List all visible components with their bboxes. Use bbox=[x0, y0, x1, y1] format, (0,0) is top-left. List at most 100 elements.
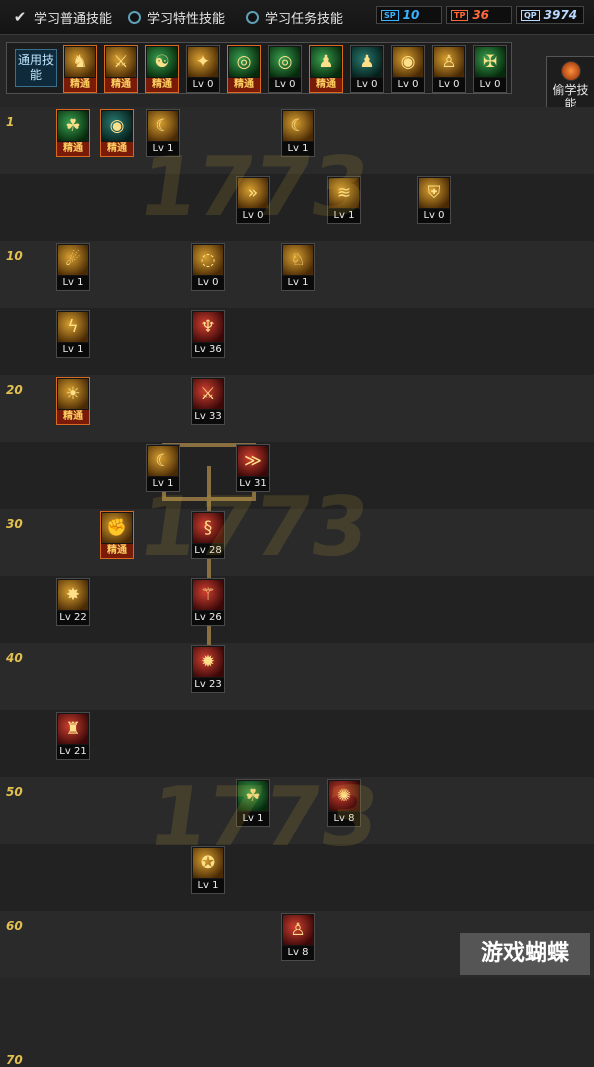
skill-icon: ♙ bbox=[283, 915, 313, 945]
qp-points: QP 3974 bbox=[516, 6, 584, 24]
skill-slot[interactable]: ◉ Lv 0 bbox=[391, 45, 425, 93]
skill-icon: ✊ bbox=[102, 513, 132, 543]
skill-level-label: 精通 bbox=[57, 410, 89, 424]
skill-slot[interactable]: ϟ Lv 1 bbox=[56, 310, 90, 358]
skill-level-label: Lv 0 bbox=[474, 78, 506, 92]
skill-icon: ♟ bbox=[352, 47, 382, 77]
skill-level-label: Lv 22 bbox=[57, 611, 89, 625]
skill-level-label: Lv 0 bbox=[187, 78, 219, 92]
sp-tag: SP bbox=[381, 9, 399, 21]
skill-icon: ☘ bbox=[58, 111, 88, 141]
level-marker: 40 bbox=[6, 651, 23, 665]
skill-level-label: 精通 bbox=[105, 78, 137, 92]
skill-icon: ◉ bbox=[393, 47, 423, 77]
skill-slot[interactable]: ☘ 精通 bbox=[56, 109, 90, 157]
corner-logo: 游戏蝴蝶 bbox=[460, 933, 590, 975]
skill-level-label: 精通 bbox=[310, 78, 342, 92]
skill-icon: ☾ bbox=[148, 111, 178, 141]
skill-slot[interactable]: ☄ Lv 1 bbox=[56, 243, 90, 291]
skill-slot[interactable]: ♙ Lv 0 bbox=[432, 45, 466, 93]
skill-icon: ⚚ bbox=[193, 580, 223, 610]
skill-slot[interactable]: ♆ Lv 36 bbox=[191, 310, 225, 358]
skill-slot[interactable]: ✊ 精通 bbox=[100, 511, 134, 559]
skill-level-label: Lv 0 bbox=[351, 78, 383, 92]
skill-level-label: 精通 bbox=[101, 544, 133, 558]
skill-icon: ≫ bbox=[238, 446, 268, 476]
skill-slot[interactable]: ⛨ Lv 0 bbox=[417, 176, 451, 224]
skill-icon: ✹ bbox=[193, 647, 223, 677]
sp-value: 10 bbox=[402, 8, 420, 22]
filter-trait-skills[interactable]: 学习特性技能 bbox=[128, 8, 226, 27]
skill-slot[interactable]: ♘ Lv 1 bbox=[281, 243, 315, 291]
skill-slot[interactable]: ♜ Lv 21 bbox=[56, 712, 90, 760]
skill-slot[interactable]: ◌ Lv 0 bbox=[191, 243, 225, 291]
skill-icon: ☾ bbox=[283, 111, 313, 141]
level-marker: 30 bbox=[6, 517, 23, 531]
filter-label: 学习任务技能 bbox=[265, 11, 344, 27]
skill-level-label: Lv 26 bbox=[192, 611, 224, 625]
skill-level-label: Lv 21 bbox=[57, 745, 89, 759]
skill-level-label: Lv 0 bbox=[418, 209, 450, 223]
tp-points: TP 36 bbox=[446, 6, 512, 24]
skill-icon: ✦ bbox=[188, 47, 218, 77]
skill-level-label: Lv 8 bbox=[282, 946, 314, 960]
skill-level-label: Lv 0 bbox=[192, 276, 224, 290]
skill-slot[interactable]: ♙ Lv 8 bbox=[281, 913, 315, 961]
filter-normal-skills[interactable]: ✔ 学习普通技能 bbox=[12, 8, 113, 27]
skill-slot[interactable]: ◉ 精通 bbox=[100, 109, 134, 157]
skill-slot[interactable]: ☯ 精通 bbox=[145, 45, 179, 93]
checkmark-icon: ✔ bbox=[13, 8, 27, 26]
skill-slot[interactable]: ♟ 精通 bbox=[309, 45, 343, 93]
skill-icon: ◎ bbox=[270, 47, 300, 77]
skill-icon: ◉ bbox=[102, 111, 132, 141]
sp-points: SP 10 bbox=[376, 6, 442, 24]
skill-icon: ☄ bbox=[58, 245, 88, 275]
skill-tree-row bbox=[0, 643, 594, 710]
skill-connector-line bbox=[207, 623, 211, 647]
skill-slot[interactable]: ✦ Lv 0 bbox=[186, 45, 220, 93]
skill-slot[interactable]: ◎ Lv 0 bbox=[268, 45, 302, 93]
skill-level-label: 精通 bbox=[228, 78, 260, 92]
skill-icon: ✠ bbox=[475, 47, 505, 77]
skill-icon: ♜ bbox=[58, 714, 88, 744]
skill-icon: ◌ bbox=[193, 245, 223, 275]
skill-slot[interactable]: ⚔ Lv 33 bbox=[191, 377, 225, 425]
skill-level-label: Lv 33 bbox=[192, 410, 224, 424]
level-marker: 50 bbox=[6, 785, 23, 799]
skill-slot[interactable]: ✸ Lv 22 bbox=[56, 578, 90, 626]
skill-level-label: Lv 1 bbox=[57, 343, 89, 357]
watermark: 1773 bbox=[133, 480, 375, 575]
skill-level-label: Lv 0 bbox=[269, 78, 301, 92]
fire-orb-icon bbox=[560, 61, 581, 81]
radio-icon bbox=[128, 10, 141, 24]
skill-slot[interactable]: ✠ Lv 0 bbox=[473, 45, 507, 93]
skill-slot[interactable]: ⚚ Lv 26 bbox=[191, 578, 225, 626]
level-marker: 1 bbox=[6, 115, 15, 129]
general-skills-label: 通用技能 bbox=[15, 49, 57, 87]
filter-label: 学习特性技能 bbox=[147, 11, 226, 27]
skill-level-label: Lv 36 bbox=[192, 343, 224, 357]
skill-level-label: 精通 bbox=[146, 78, 178, 92]
skill-level-label: 精通 bbox=[101, 142, 133, 156]
level-marker: 10 bbox=[6, 249, 23, 263]
skill-level-label: Lv 0 bbox=[433, 78, 465, 92]
skill-slot[interactable]: ✹ Lv 23 bbox=[191, 645, 225, 693]
skill-level-label: Lv 1 bbox=[192, 879, 224, 893]
filter-quest-skills[interactable]: 学习任务技能 bbox=[246, 8, 344, 27]
skill-slot[interactable]: ☀ 精通 bbox=[56, 377, 90, 425]
skill-icon: ◎ bbox=[229, 47, 259, 77]
skill-icon: ♙ bbox=[434, 47, 464, 77]
skill-slot[interactable]: ♟ Lv 0 bbox=[350, 45, 384, 93]
skill-level-label: Lv 1 bbox=[282, 276, 314, 290]
skill-level-label: 精通 bbox=[57, 142, 89, 156]
skill-slot[interactable]: ◎ 精通 bbox=[227, 45, 261, 93]
skill-slot[interactable]: ♞ 精通 bbox=[63, 45, 97, 93]
skill-level-label: Lv 23 bbox=[192, 678, 224, 692]
filter-label: 学习普通技能 bbox=[34, 11, 113, 27]
skill-icon: ⚔ bbox=[193, 379, 223, 409]
skill-icon: ♆ bbox=[193, 312, 223, 342]
general-skills-panel: 通用技能 ♞ 精通 ⚔ 精通 ☯ 精通 ✦ Lv 0 ◎ 精通 ◎ Lv 0 ♟ 精通 ♟ Lv 0 ◉ Lv 0… bbox=[6, 42, 512, 94]
radio-icon bbox=[246, 10, 259, 24]
tp-value: 36 bbox=[472, 8, 490, 22]
skill-slot[interactable]: ⚔ 精通 bbox=[104, 45, 138, 93]
